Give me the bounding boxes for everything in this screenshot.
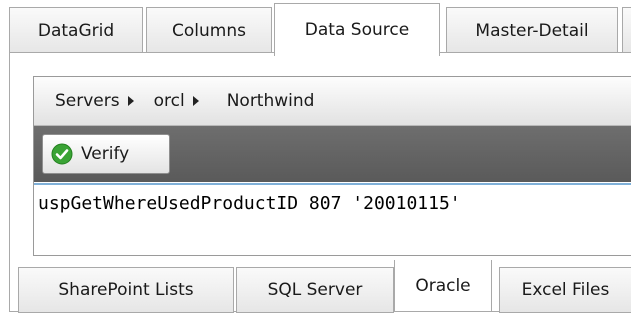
tab-label: Columns: [172, 20, 246, 41]
breadcrumb-label: orcl: [153, 91, 185, 111]
tab-sql-server[interactable]: SQL Server: [236, 267, 394, 313]
verify-button[interactable]: Verify: [42, 134, 170, 174]
tab-label: DataGrid: [37, 20, 115, 41]
chevron-right-icon: [127, 96, 134, 106]
breadcrumb: Servers orcl Northwind: [34, 77, 631, 126]
verify-label: Verify: [81, 144, 130, 164]
tab-master-detail[interactable]: Master-Detail: [446, 7, 618, 53]
breadcrumb-servers[interactable]: Servers: [55, 91, 134, 111]
query-input[interactable]: uspGetWhereUsedProductID 807 '20010115': [34, 183, 631, 255]
chevron-right-icon: [192, 96, 199, 106]
tab-label: Master-Detail: [475, 20, 589, 41]
tab-excel-files[interactable]: Excel Files: [499, 267, 631, 313]
tab-label: Excel Files: [521, 280, 610, 300]
breadcrumb-northwind[interactable]: Northwind: [227, 91, 315, 111]
check-circle-icon: [51, 143, 73, 165]
tab-oracle[interactable]: Oracle: [394, 260, 492, 312]
toolbar: Verify: [34, 126, 631, 182]
breadcrumb-label: Servers: [55, 91, 120, 111]
tab-sharepoint-lists[interactable]: SharePoint Lists: [18, 267, 234, 313]
breadcrumb-orcl[interactable]: orcl: [154, 91, 199, 111]
tab-label: Data Source: [304, 20, 410, 40]
tab-columns[interactable]: Columns: [146, 7, 272, 53]
tab-overflow[interactable]: [622, 7, 631, 53]
tab-data-source[interactable]: Data Source: [274, 3, 440, 56]
tab-label: Oracle: [415, 275, 471, 296]
tab-label: SharePoint Lists: [58, 280, 194, 300]
tab-label: SQL Server: [267, 280, 363, 300]
breadcrumb-label: Northwind: [226, 91, 315, 111]
data-source-editor: Servers orcl Northwind Verify uspGetWher…: [33, 76, 631, 256]
tab-datagrid[interactable]: DataGrid: [9, 7, 143, 53]
